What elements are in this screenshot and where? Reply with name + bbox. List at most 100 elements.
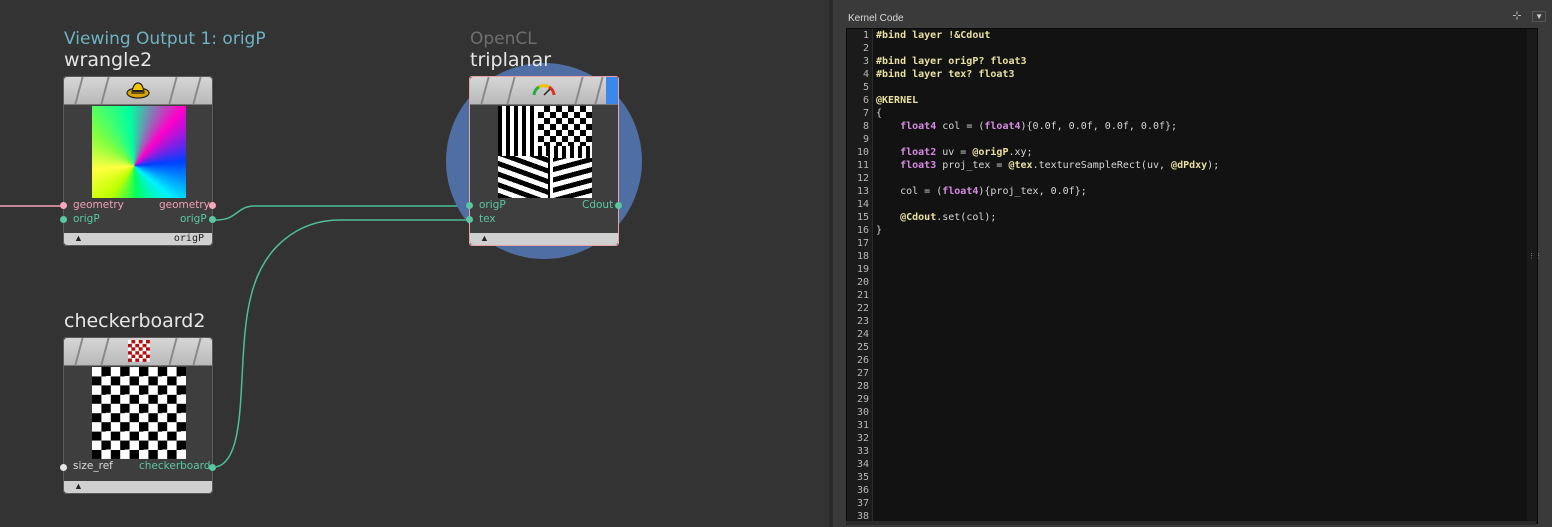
panel-title: Kernel Code: [848, 13, 904, 24]
output-port-origP[interactable]: [209, 216, 216, 223]
node-name-triplanar[interactable]: triplanar: [470, 49, 551, 71]
line-number: 33: [856, 446, 869, 457]
code-line: }: [876, 225, 883, 236]
footer-output-label: origP: [173, 233, 204, 244]
code-line: @Cdout.set(col);: [900, 212, 997, 223]
line-number: 28: [856, 381, 869, 392]
input-port-tex[interactable]: [466, 216, 473, 223]
gauge-icon: [532, 84, 556, 96]
output-label-origP: origP: [180, 213, 207, 225]
line-number: 26: [856, 355, 869, 366]
dropdown-arrow-icon[interactable]: ▼: [1532, 11, 1546, 22]
line-number: 37: [856, 498, 869, 509]
wire-origP-to-triplanar[interactable]: [215, 205, 466, 221]
input-label-geometry: geometry: [73, 199, 124, 211]
output-port-checkerboard[interactable]: [209, 464, 216, 471]
wire-checkerboard-to-tex[interactable]: [215, 219, 466, 468]
expand-arrow-icon[interactable]: ▲: [74, 481, 83, 491]
scroll-grip-icon[interactable]: ⋮⋮: [1528, 253, 1542, 265]
line-number: 7: [862, 108, 869, 119]
node-header[interactable]: [64, 338, 212, 366]
node-footer[interactable]: ▲: [470, 233, 618, 245]
line-number: 34: [856, 459, 869, 470]
line-number: 19: [856, 264, 869, 275]
input-label-tex: tex: [479, 213, 496, 225]
line-number: 8: [862, 121, 869, 132]
line-number: 25: [856, 342, 869, 353]
triplanar-preview-thumbnail: [498, 106, 592, 198]
line-number: 22: [856, 303, 869, 314]
line-number: 15: [856, 212, 869, 223]
code-text[interactable]: #bind layer !&Cdout #bind layer origP? fl…: [876, 29, 1219, 237]
line-number: 2: [862, 43, 869, 54]
output-label-Cdout: Cdout: [582, 199, 614, 211]
line-number: 4: [862, 69, 869, 80]
wrangle-hat-icon: [126, 82, 150, 99]
line-number: 29: [856, 394, 869, 405]
node-name-checkerboard2[interactable]: checkerboard2: [64, 310, 205, 332]
checkerboard-preview-thumbnail: [92, 367, 186, 459]
node-type-label: OpenCL: [470, 29, 537, 49]
input-label-origP: origP: [73, 213, 100, 225]
code-line: @KERNEL: [876, 95, 919, 106]
line-number: 18: [856, 251, 869, 262]
line-number: 36: [856, 485, 869, 496]
code-line: #bind layer !&Cdout: [876, 30, 991, 41]
wrangle-preview-thumbnail: [92, 106, 186, 198]
horizontal-scrollbar[interactable]: [846, 521, 1536, 525]
node-footer[interactable]: ▲: [64, 481, 212, 493]
line-number: 31: [856, 420, 869, 431]
code-line: #bind layer origP? float3: [876, 56, 1027, 67]
input-port-origP[interactable]: [60, 216, 67, 223]
line-number: 1: [862, 30, 869, 41]
input-port-geometry[interactable]: [60, 202, 67, 209]
expand-arrow-icon[interactable]: ▲: [74, 233, 83, 243]
kernel-code-panel: Kernel Code ⊹ ▼ 1 2 3 4 5 6 7 8 9 10 11 12 13 14 15 16 1…: [833, 0, 1552, 527]
network-editor[interactable]: Viewing Output 1: origP wrangle2 geometr…: [0, 0, 829, 527]
display-flag[interactable]: [606, 77, 618, 104]
line-number-gutter: 1 2 3 4 5 6 7 8 9 10 11 12 13 14 15 16 17 18 19 20 21 22 23 24 2…: [847, 29, 873, 523]
node-name-wrangle2[interactable]: wrangle2: [64, 49, 152, 71]
code-line: float2 uv = @origP.xy;: [900, 147, 1033, 158]
line-number: 32: [856, 433, 869, 444]
line-number: 5: [862, 82, 869, 93]
vertical-scrollbar[interactable]: ⋮⋮: [1527, 29, 1542, 523]
node-footer[interactable]: ▲ origP: [64, 233, 212, 245]
line-number: 14: [856, 199, 869, 210]
input-label-size_ref: size_ref: [73, 460, 113, 472]
code-line: float3 proj_tex = @tex.textureSampleRect…: [900, 160, 1220, 171]
line-number: 24: [856, 329, 869, 340]
code-line: col = (float4){proj_tex, 0.0f};: [876, 186, 1087, 197]
line-number: 23: [856, 316, 869, 327]
output-port-geometry[interactable]: [209, 202, 216, 209]
line-number: 12: [856, 173, 869, 184]
pin-plus-icon[interactable]: ⊹: [1512, 9, 1521, 22]
output-label-checkerboard: checkerboard: [139, 460, 211, 472]
line-number: 21: [856, 290, 869, 301]
line-number: 20: [856, 277, 869, 288]
output-label-geometry: geometry: [159, 199, 210, 211]
viewing-output-label: Viewing Output 1: origP: [64, 29, 266, 49]
input-port-origP[interactable]: [466, 202, 473, 209]
panel-toolbar: ⊹ ▼: [1512, 6, 1546, 24]
line-number: 13: [856, 186, 869, 197]
checkerboard-icon: [128, 340, 150, 362]
node-header[interactable]: [470, 77, 618, 105]
line-number: 17: [856, 238, 869, 249]
expand-arrow-icon[interactable]: ▲: [480, 233, 489, 243]
code-editor[interactable]: 1 2 3 4 5 6 7 8 9 10 11 12 13 14 15 16 17 18 19 20 21 22 23 24 2…: [846, 28, 1542, 524]
line-number: 35: [856, 472, 869, 483]
input-port-size_ref[interactable]: [60, 464, 67, 471]
code-line: {: [876, 108, 883, 119]
node-header[interactable]: [64, 77, 212, 105]
line-number: 27: [856, 368, 869, 379]
line-number: 16: [856, 225, 869, 236]
line-number: 3: [862, 56, 869, 67]
input-label-origP: origP: [479, 199, 506, 211]
line-number: 10: [856, 147, 869, 158]
output-port-Cdout[interactable]: [615, 202, 622, 209]
